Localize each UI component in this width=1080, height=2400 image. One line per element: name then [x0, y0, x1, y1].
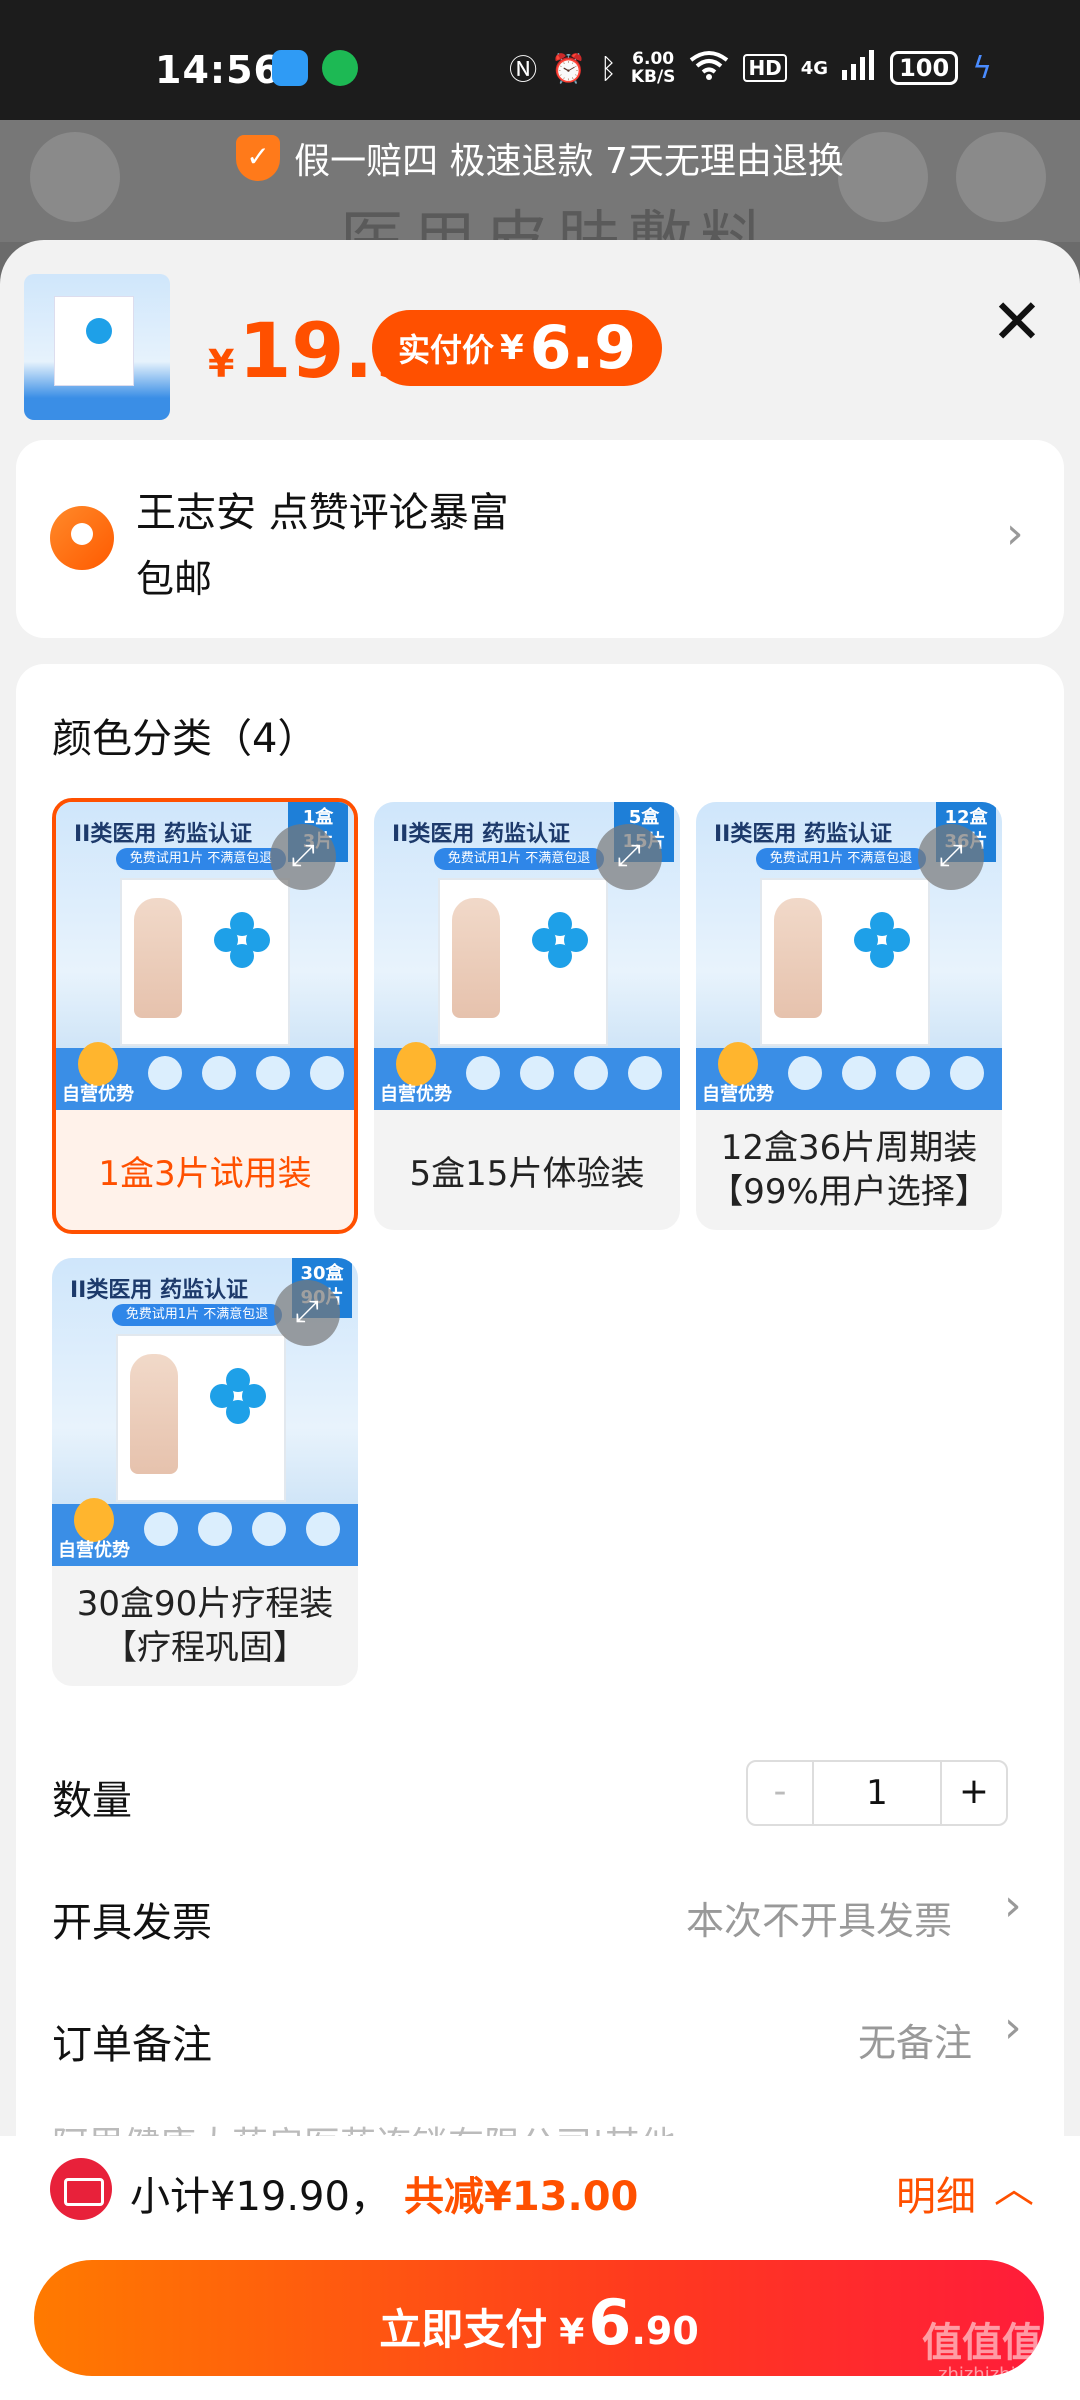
pay-currency: ¥ — [559, 2312, 585, 2353]
quantity-input[interactable]: 1 — [814, 1762, 940, 1824]
shield-check-icon: ✓ — [236, 135, 281, 181]
sku-image: II类医用 药监认证 免费试用1片 不满意包退 5盒 15片 ⤢ 自营优势 — [374, 802, 680, 1110]
self-run-label: 自营优势 — [62, 1084, 134, 1105]
sku-label: 12盒36片周期装 【99%用户选择】 — [709, 1128, 989, 1212]
status-indicators: Ⓝ ⏰ ᛒ 6.00 KB/S HD 4G 100 ϟ — [509, 48, 992, 88]
battery-indicator: 100 — [890, 51, 959, 85]
pay-now-button[interactable]: 立即支付 ¥ 6 .90 — [34, 2260, 1044, 2376]
network-type: 4G — [800, 57, 829, 79]
chevron-right-icon: › — [1004, 2002, 1022, 2053]
watermark-domain: zhizhizhi.com — [938, 2364, 1060, 2385]
sku-label: 5盒15片体验装 — [409, 1153, 645, 1194]
quantity-stepper: - 1 + — [746, 1760, 1008, 1826]
sku-image-sub: 免费试用1片 不满意包退 — [756, 848, 926, 870]
sku-image-sub: 免费试用1片 不满意包退 — [112, 1304, 282, 1326]
address-card[interactable]: 王志安 点赞评论暴富 包邮 › — [16, 440, 1064, 638]
sku-image-header: II类医用 药监认证 — [70, 1278, 249, 1303]
status-time: 14:56 — [155, 48, 281, 92]
sheet-header: ¥ 19.9 实付价 ¥ 6.9 ✕ — [0, 240, 1080, 440]
expand-icon[interactable]: ⤢ — [270, 824, 336, 890]
expand-icon[interactable]: ⤢ — [596, 824, 662, 890]
self-run-label: 自营优势 — [58, 1540, 130, 1561]
location-pin-icon — [50, 506, 114, 570]
shipping-info: 包邮 — [136, 557, 213, 601]
nfc-icon: Ⓝ — [509, 53, 538, 86]
checkout-bar: 小计¥19.90， 共减¥13.00 明细 ︿ 立即支付 ¥ 6 .90 — [0, 2136, 1080, 2400]
bluetooth-icon: ᛒ — [600, 51, 617, 85]
self-run-label: 自营优势 — [702, 1084, 774, 1105]
sku-label: 1盒3片试用装 — [98, 1153, 312, 1194]
sku-image-header: II类医用 药监认证 — [714, 822, 893, 847]
quantity-plus-button[interactable]: + — [940, 1762, 1006, 1824]
subtotal: 小计¥19.90， — [130, 2174, 390, 2220]
sku-image-sub: 免费试用1片 不满意包退 — [116, 848, 286, 870]
sku-option[interactable]: II类医用 药监认证 免费试用1片 不满意包退 1盒 3片 ⤢ 自营优势 1盒3… — [52, 798, 358, 1234]
expand-icon[interactable]: ⤢ — [918, 824, 984, 890]
coupon-ticket-icon — [50, 2158, 112, 2220]
chevron-right-icon: › — [1006, 508, 1024, 559]
sku-bottom-sheet: ¥ 19.9 实付价 ¥ 6.9 ✕ 王志安 点赞评论暴富 包邮 › 颜色分类（… — [0, 240, 1080, 2400]
hd-icon: HD — [743, 54, 787, 82]
watermark: 值值值 — [922, 2320, 1042, 2366]
remark-value: 无备注 — [858, 2021, 973, 2065]
charging-icon: ϟ — [972, 50, 992, 86]
network-speed: 6.00 KB/S — [631, 50, 676, 86]
invoice-label: 开具发票 — [52, 1900, 212, 1946]
invoice-value: 本次不开具发票 — [686, 1899, 953, 1943]
pay-label: 立即支付 — [379, 2305, 548, 2354]
sku-image-header: II类医用 药监认证 — [392, 822, 571, 847]
sku-image: II类医用 药监认证 免费试用1片 不满意包退 30盒 90片 ⤢ 自营优势 — [52, 1258, 358, 1566]
price-currency: ¥ — [208, 342, 235, 386]
chevron-right-icon: › — [1004, 1880, 1022, 1931]
app-notification-icon — [272, 50, 308, 86]
close-icon[interactable]: ✕ — [985, 291, 1049, 356]
real-price-value: 6.9 — [529, 313, 636, 383]
network-speed-value: 6.00 — [632, 49, 675, 69]
address-name: 王志安 点赞评论暴富 — [136, 490, 509, 536]
sku-image-header: II类医用 药监认证 — [74, 822, 253, 847]
status-bar: 14:56 Ⓝ ⏰ ᛒ 6.00 KB/S HD 4G 100 ϟ — [0, 0, 1080, 120]
pay-amount-int: 6 — [588, 2286, 632, 2359]
notification-icons — [272, 50, 358, 86]
promo-bar: ✓ 假一赔四 极速退款 7天无理由退换 — [0, 132, 1080, 184]
self-run-label: 自营优势 — [380, 1084, 452, 1105]
real-price-currency: ¥ — [500, 328, 524, 368]
promo-text: 假一赔四 极速退款 7天无理由退换 — [294, 141, 844, 182]
pay-amount-dec: .90 — [631, 2309, 699, 2353]
real-price-badge: 实付价 ¥ 6.9 — [372, 310, 662, 386]
signal-icon — [842, 49, 876, 87]
network-speed-unit: KB/S — [630, 67, 676, 87]
sku-label: 30盒90片疗程装 【疗程巩固】 — [76, 1584, 334, 1668]
music-app-icon — [322, 50, 358, 86]
detail-toggle[interactable]: 明细 — [896, 2164, 976, 2222]
product-thumbnail[interactable] — [24, 274, 170, 420]
sku-option[interactable]: II类医用 药监认证 免费试用1片 不满意包退 12盒 36片 ⤢ 自营优势 1… — [696, 802, 1002, 1230]
alarm-icon: ⏰ — [551, 51, 587, 85]
sku-section-title: 颜色分类（4） — [52, 716, 318, 762]
expand-icon[interactable]: ⤢ — [274, 1280, 340, 1346]
quantity-minus-button[interactable]: - — [748, 1762, 814, 1824]
wifi-icon — [689, 50, 729, 87]
sku-image: II类医用 药监认证 免费试用1片 不满意包退 1盒 3片 ⤢ 自营优势 — [56, 802, 354, 1110]
sku-image-sub: 免费试用1片 不满意包退 — [434, 848, 604, 870]
quantity-label: 数量 — [52, 1778, 132, 1824]
real-price-label: 实付价 — [398, 331, 495, 369]
sku-option[interactable]: II类医用 药监认证 免费试用1片 不满意包退 5盒 15片 ⤢ 自营优势 5盒… — [374, 802, 680, 1230]
sku-image: II类医用 药监认证 免费试用1片 不满意包退 12盒 36片 ⤢ 自营优势 — [696, 802, 1002, 1110]
sku-option[interactable]: II类医用 药监认证 免费试用1片 不满意包退 30盒 90片 ⤢ 自营优势 3… — [52, 1258, 358, 1686]
remark-label: 订单备注 — [52, 2022, 212, 2068]
chevron-up-icon[interactable]: ︿ — [994, 2156, 1034, 2214]
discount-total: 共减¥13.00 — [404, 2174, 639, 2220]
